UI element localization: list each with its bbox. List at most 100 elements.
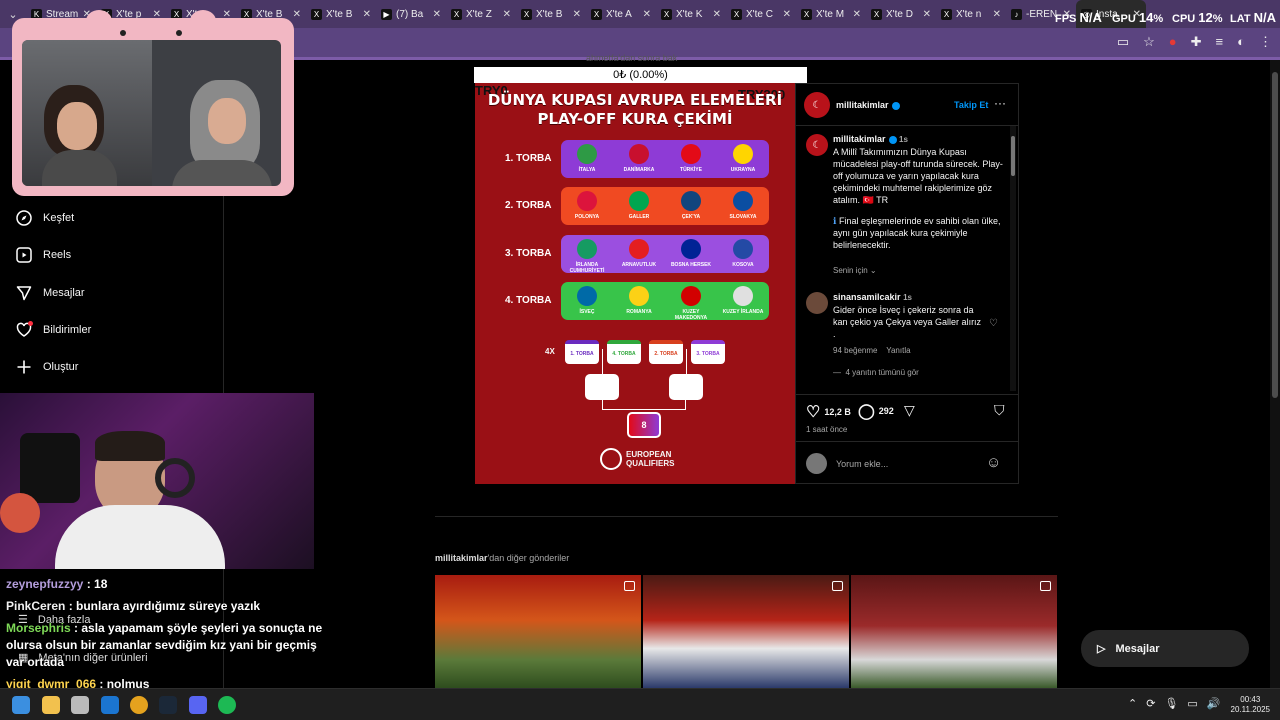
- spotify-icon[interactable]: [218, 696, 236, 714]
- post-thumbnail[interactable]: [643, 575, 849, 688]
- chrome-icon[interactable]: [130, 696, 148, 714]
- clock[interactable]: 00:43 20.11.2025: [1231, 695, 1270, 715]
- post-author[interactable]: millitakimlar: [836, 100, 900, 110]
- tab-favicon-icon: ▶: [381, 8, 392, 20]
- browser-tab[interactable]: X X'te K ✕: [656, 0, 726, 28]
- close-tab-icon[interactable]: ✕: [503, 9, 511, 20]
- browser-tab[interactable]: X X'te n ✕: [936, 0, 1006, 28]
- profile-avatar[interactable]: ☾: [804, 92, 830, 118]
- reply-button[interactable]: Yanıtla: [886, 346, 910, 355]
- compass-icon: [16, 210, 32, 226]
- pot-box: İSVEÇ ROMANYA KUZEY MAKEDONYA KUZEY İRLANDA: [561, 282, 769, 321]
- sidebar-item-label: Mesajlar: [43, 287, 85, 299]
- browser-tab[interactable]: ▶ (7) Ba ✕: [376, 0, 446, 28]
- sidebar-item-label: Oluştur: [43, 361, 79, 373]
- browser-tab[interactable]: X X'te Z ✕: [446, 0, 516, 28]
- media-icon[interactable]: ≡: [1216, 34, 1224, 50]
- comment-author[interactable]: sinansamilcakir 1s: [833, 292, 912, 302]
- team: POLONYA: [562, 191, 612, 220]
- close-tab-icon[interactable]: ✕: [923, 9, 931, 20]
- profile-icon[interactable]: ◐: [1237, 34, 1245, 50]
- close-tab-icon[interactable]: ✕: [643, 9, 651, 20]
- flag-icon: [577, 191, 597, 211]
- chat-username[interactable]: zeynepfuzzyy: [6, 577, 83, 591]
- pot-label: 1. TORBA: [505, 153, 552, 164]
- pot-box: İRLANDA CUMHURİYETİ ARNAVUTLUK BOSNA HERSE…: [561, 235, 769, 274]
- like-button[interactable]: ♡ 12,2 B: [806, 402, 851, 422]
- sidebar-item-create[interactable]: Oluştur: [16, 359, 78, 375]
- comment-input[interactable]: Yorum ekle...: [836, 459, 888, 469]
- share-icon[interactable]: ▽: [904, 402, 915, 419]
- team: KUZEY İRLANDA: [718, 286, 768, 315]
- tab-favicon-icon: X: [661, 8, 672, 20]
- tab-favicon-icon: X: [941, 8, 952, 20]
- verified-icon: [891, 101, 900, 110]
- comments-scroll[interactable]: ☾ millitakimlar 1s A Millî Takımımızın D…: [804, 132, 1004, 394]
- mini-pot: 3. TORBA: [691, 340, 725, 364]
- sidebar-item-reels[interactable]: Reels: [16, 247, 71, 263]
- file-explorer-icon[interactable]: [42, 696, 60, 714]
- browser-tab[interactable]: X X'te B ✕: [306, 0, 376, 28]
- flag-icon: [681, 286, 701, 306]
- gpu-overlay: GPU 14%: [1112, 10, 1164, 25]
- comment-like-icon[interactable]: ♡: [989, 318, 998, 329]
- for-you-toggle[interactable]: Senin için ⌄: [833, 266, 877, 275]
- pot-label: 3. TORBA: [505, 248, 552, 259]
- browser-tab[interactable]: X X'te D ✕: [866, 0, 936, 28]
- close-tab-icon[interactable]: ✕: [993, 9, 1001, 20]
- bookmark-star-icon[interactable]: ☆: [1143, 34, 1155, 50]
- system-tray-icons[interactable]: ⌃ ⟳ 🎙 ▭ 🔊: [1128, 697, 1221, 710]
- comment-likes[interactable]: 94 beğenme: [833, 346, 877, 355]
- comments-scrollbar[interactable]: [1010, 126, 1016, 391]
- sidebar-item-explore[interactable]: Keşfet: [16, 210, 74, 226]
- more-options-icon[interactable]: ···: [994, 96, 1006, 110]
- post-thumbnail[interactable]: [851, 575, 1057, 688]
- browser-tab[interactable]: X X'te B ✕: [516, 0, 586, 28]
- close-tab-icon[interactable]: ✕: [853, 9, 861, 20]
- save-icon[interactable]: ⛉: [994, 402, 1005, 419]
- close-tab-icon[interactable]: ✕: [713, 9, 721, 20]
- info-icon: ℹ: [833, 216, 837, 226]
- browser-tab[interactable]: X X'te M ✕: [796, 0, 866, 28]
- sidebar-item-label: Bildirimler: [43, 324, 92, 336]
- post-thumbnail[interactable]: [435, 575, 641, 688]
- flag-icon: [629, 191, 649, 211]
- team-name: POLONYA: [574, 214, 600, 220]
- close-tab-icon[interactable]: ✕: [433, 9, 441, 20]
- caption-author[interactable]: millitakimlar 1s: [833, 134, 908, 144]
- webcam-video: [22, 40, 281, 186]
- emoji-icon[interactable]: ☺: [986, 454, 1001, 471]
- team-name: ARNAVUTLUK: [621, 262, 657, 268]
- comment-button[interactable]: ◯ 292: [858, 402, 894, 420]
- messages-button[interactable]: ▷ Mesajlar: [1081, 630, 1249, 667]
- discord-icon[interactable]: [189, 696, 207, 714]
- extension-icon[interactable]: ●: [1169, 34, 1177, 50]
- store-icon[interactable]: [71, 696, 89, 714]
- close-tab-icon[interactable]: ✕: [363, 9, 371, 20]
- flag-icon: [733, 191, 753, 211]
- browser-tab[interactable]: X X'te A ✕: [586, 0, 656, 28]
- close-tab-icon[interactable]: ✕: [783, 9, 791, 20]
- chat-username[interactable]: Morsephris: [6, 621, 71, 635]
- steam-icon[interactable]: [159, 696, 177, 714]
- close-tab-icon[interactable]: ✕: [293, 9, 301, 20]
- commenter-avatar[interactable]: [806, 292, 828, 314]
- windows-start-icon[interactable]: [12, 696, 30, 714]
- puzzle-icon[interactable]: ✚: [1191, 34, 1202, 50]
- page-scrollbar[interactable]: [1270, 60, 1280, 688]
- browser-tab[interactable]: X X'te C ✕: [726, 0, 796, 28]
- tab-title: X'te B: [326, 8, 353, 20]
- follow-button[interactable]: Takip Et: [954, 100, 988, 110]
- outlook-icon[interactable]: [101, 696, 119, 714]
- more-menu-icon[interactable]: ⋮: [1259, 34, 1272, 50]
- flag-icon: [629, 286, 649, 306]
- poster-title: DÜNYA KUPASI AVRUPA ELEMELERİ PLAY-OFF KU…: [487, 91, 783, 128]
- verified-icon: [888, 135, 897, 144]
- chat-username[interactable]: PinkCeren: [6, 599, 65, 613]
- close-tab-icon[interactable]: ✕: [573, 9, 581, 20]
- install-icon[interactable]: ▭: [1117, 34, 1129, 50]
- view-replies-button[interactable]: — 4 yanıtın tümünü gör: [833, 368, 919, 377]
- sidebar-item-notifications[interactable]: Bildirimler: [16, 321, 92, 338]
- flag-icon: [577, 286, 597, 306]
- sidebar-item-messages[interactable]: Mesajlar: [16, 285, 85, 301]
